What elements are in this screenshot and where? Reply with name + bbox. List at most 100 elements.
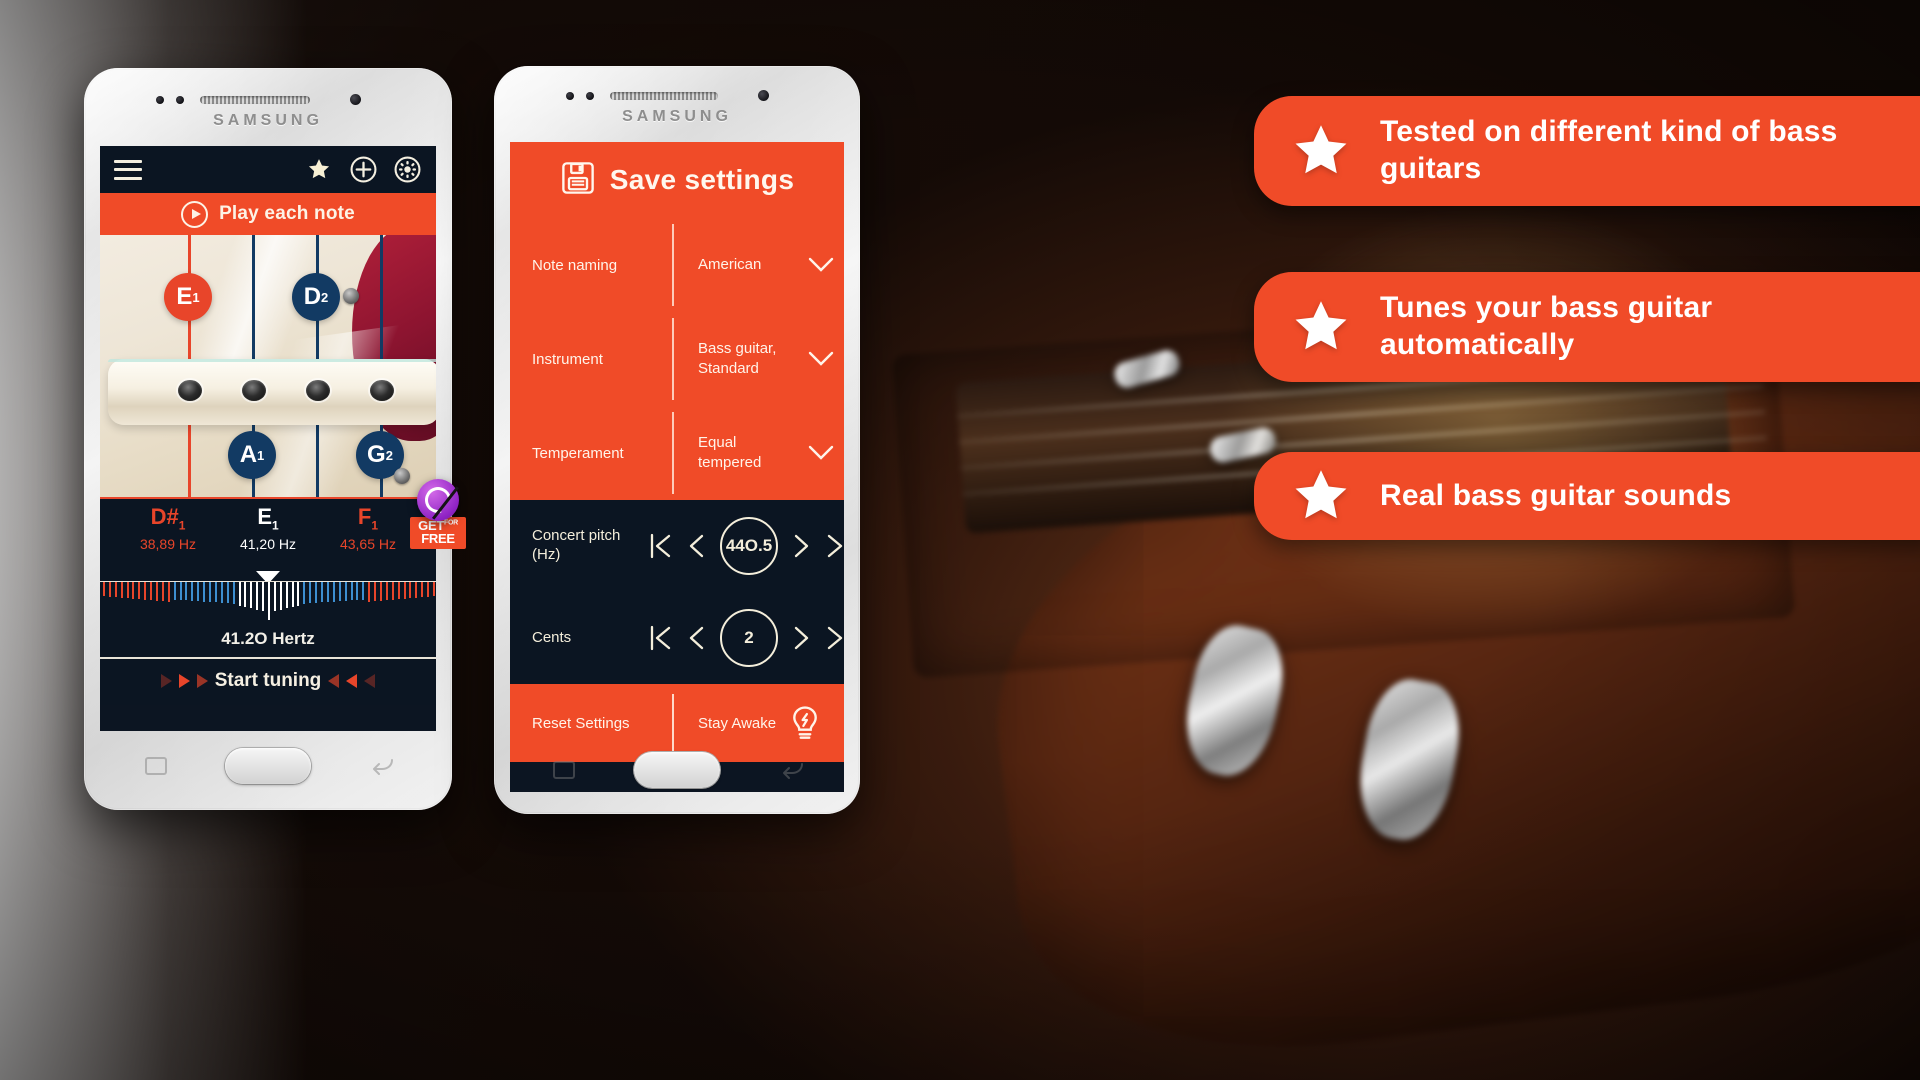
ruler-tick [338, 582, 341, 602]
setting-row-note-naming[interactable]: Note naming American [510, 218, 844, 312]
ruler-tick [238, 582, 241, 606]
star-icon [1288, 465, 1354, 528]
gear-circle-icon[interactable] [392, 155, 422, 185]
ruler-tick [114, 582, 117, 597]
back-key-icon[interactable] [780, 760, 804, 780]
ruler-tick [385, 582, 388, 600]
ruler-tick [197, 582, 200, 602]
skip-to-start-icon[interactable] [648, 623, 672, 653]
note-bubble-a1[interactable]: A1 [228, 431, 276, 479]
row-separator-3 [672, 412, 674, 494]
chevron-right-icon[interactable] [792, 623, 812, 653]
home-button[interactable] [634, 752, 720, 788]
front-camera [350, 94, 361, 105]
row-separator-2 [672, 318, 674, 400]
ruler-tick [126, 582, 129, 598]
chevron-right-icon[interactable] [792, 531, 812, 561]
light-sensor-2 [586, 92, 594, 100]
setting-value-note-naming: American [698, 255, 762, 273]
phone1-brand-label: SAMSUNG [213, 112, 323, 129]
chevron-left-icon[interactable] [686, 623, 706, 653]
light-sensor [176, 96, 184, 104]
arrow-right-icon-2 [178, 674, 190, 688]
reset-settings-button[interactable]: Reset Settings [510, 715, 672, 732]
string-dot-lower [394, 468, 410, 484]
ruler-tick [273, 582, 276, 611]
readout-right-note-text: F [357, 504, 372, 529]
fretboard-area[interactable]: E1 D2 A1 G 2 [100, 235, 436, 497]
front-camera-2 [758, 90, 769, 101]
chevron-left-icon[interactable] [686, 531, 706, 561]
back-key-icon[interactable] [370, 756, 394, 776]
chevron-down-icon[interactable] [798, 349, 844, 369]
ruler-tick [120, 582, 123, 598]
readout-right-octave: 1 [371, 518, 379, 533]
chevron-down-icon[interactable] [798, 255, 844, 275]
phone1-screen: Play each note E1 D2 A1 G 2 D#1 38,89 Hz… [100, 146, 436, 731]
ruler-tick [279, 582, 282, 610]
ruler-tick [191, 582, 194, 601]
note-bubble-g2-label: G [367, 441, 386, 468]
setting-row-temperament[interactable]: Temperament Equal tempered [510, 406, 844, 500]
note-bubble-e1-label: E [176, 283, 193, 310]
recents-key-icon[interactable] [144, 756, 168, 776]
home-button[interactable] [225, 748, 311, 784]
ruler-tick [203, 582, 206, 602]
get-for-free-badge[interactable]: GETFOR FREE [410, 479, 466, 549]
arrow-left-icon-3 [364, 674, 376, 688]
ruler-tick [150, 582, 153, 600]
skip-to-end-icon[interactable] [826, 531, 844, 561]
feature-banner-3: Real bass guitar sounds [1254, 452, 1920, 540]
string-hole-2 [242, 380, 266, 401]
ruler-tick [250, 582, 253, 609]
stepper-label-concert-pitch: Concert pitch (Hz) [532, 527, 621, 563]
note-bubble-a1-label: A [239, 441, 258, 468]
ruler-tick [309, 582, 312, 604]
ruler-tick [173, 582, 176, 600]
arrow-right-icon-1 [160, 674, 172, 688]
phone-device-tuner: SAMSUNG Play each note E 1 D 2 A 1 G 2 D… [84, 68, 466, 810]
start-tuning-button[interactable]: Start tuning [100, 659, 436, 705]
string-hole-1 [178, 380, 202, 401]
stay-awake-label[interactable]: Stay Awake [672, 715, 776, 732]
ruler-center-tick [268, 582, 270, 620]
plus-circle-icon[interactable] [348, 155, 378, 185]
setting-value-instrument: Bass guitar, Standard [698, 339, 777, 377]
earpiece-speaker [200, 96, 310, 104]
row-separator-1 [672, 224, 674, 306]
recents-key-icon[interactable] [552, 760, 576, 780]
ruler-tick [315, 582, 318, 603]
ruler-tick [368, 582, 371, 602]
skip-to-start-icon[interactable] [648, 531, 672, 561]
star-icon[interactable] [304, 155, 334, 185]
note-bubble-d2-label: D [303, 283, 322, 310]
ruler-tick [421, 582, 424, 597]
save-settings-header[interactable]: Save settings [510, 142, 844, 218]
setting-row-instrument[interactable]: Instrument Bass guitar, Standard [510, 312, 844, 406]
feature-banner-2-text: Tunes your bass guitar automatically [1380, 291, 1713, 361]
phone1-bottom-bezel [84, 732, 452, 810]
play-each-note-label: Play each note [219, 203, 355, 224]
star-icon [1288, 296, 1354, 359]
stepper-controls-concert-pitch: 44O.5 [648, 517, 844, 575]
concert-pitch-value[interactable]: 44O.5 [720, 517, 778, 575]
play-each-note-button[interactable]: Play each note [100, 193, 436, 235]
ruler-tick [226, 582, 229, 604]
ruler-tick [156, 582, 158, 601]
ruler-tick [262, 582, 265, 611]
phone2-bottom-bezel [494, 736, 860, 814]
tuner-top-navbar [100, 146, 436, 193]
ruler-tick [415, 582, 418, 598]
skip-to-end-icon[interactable] [826, 623, 844, 653]
note-bubble-e1[interactable]: E1 [164, 273, 212, 321]
hamburger-menu-icon[interactable] [114, 159, 142, 180]
floppy-disk-save-icon [560, 160, 596, 201]
note-bubble-d2-octave: 2 [321, 289, 329, 305]
ruler-tick [144, 582, 147, 600]
note-bubble-d2[interactable]: D2 [292, 273, 340, 321]
chevron-down-icon[interactable] [798, 443, 844, 463]
phone-device-settings: SAMSUNG Save settings Note naming Americ… [494, 66, 860, 814]
play-circle-icon [181, 200, 209, 228]
stepper-cents: Cents 2 [510, 592, 844, 684]
cents-value[interactable]: 2 [720, 609, 778, 667]
